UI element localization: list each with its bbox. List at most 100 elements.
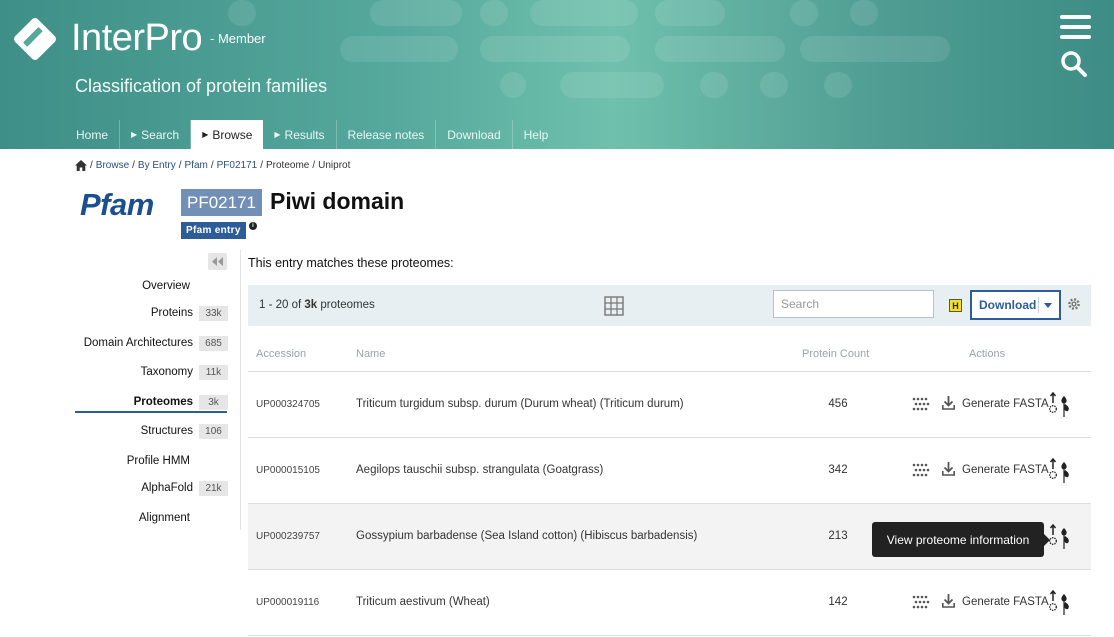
sidebar-item-count: 3k xyxy=(199,394,228,410)
hamburger-menu-icon[interactable] xyxy=(1060,15,1091,39)
column-header-protein-count[interactable]: Protein Count xyxy=(802,348,869,360)
sidebar-item-alignment[interactable]: Alignment xyxy=(75,508,228,528)
nav-release-notes-label: Release notes xyxy=(347,127,425,142)
search-icon[interactable] xyxy=(1060,50,1088,78)
sidebar-item-count: 21k xyxy=(199,480,228,496)
proteome-info-icon[interactable] xyxy=(1048,524,1074,550)
nav-help-label: Help xyxy=(523,127,549,142)
nav-release-notes[interactable]: Release notes xyxy=(337,120,437,149)
sidebar-item-structures[interactable]: Structures 106 xyxy=(75,421,228,441)
download-button[interactable]: Download xyxy=(970,290,1061,320)
table-header: Accession Name Protein Count Actions xyxy=(248,339,1091,372)
table-row: UP000019116 Triticum aestivum (Wheat) 14… xyxy=(248,570,1091,636)
row-name[interactable]: Triticum turgidum subsp. durum (Durum wh… xyxy=(356,398,684,410)
row-accession[interactable]: UP000015105 xyxy=(256,465,320,476)
entry-accession: PF02171 xyxy=(181,189,262,216)
interpro-logo-icon[interactable] xyxy=(10,14,60,64)
sidebar-item-overview[interactable]: Overview xyxy=(75,276,228,296)
row-name[interactable]: Aegilops tauschii subsp. strangulata (Go… xyxy=(356,464,603,476)
nav-search[interactable]: ▶ Search xyxy=(120,120,192,149)
info-icon[interactable]: i xyxy=(249,222,257,230)
caret-right-icon: ▶ xyxy=(202,130,209,139)
download-icon[interactable] xyxy=(942,396,955,410)
nav-help[interactable]: Help xyxy=(513,120,560,149)
sidebar-item-label: Profile HMM xyxy=(126,455,190,467)
nav-results-label: Results xyxy=(284,127,325,142)
sidebar-item-taxonomy[interactable]: Taxonomy 11k xyxy=(75,362,228,382)
page-title: Piwi domain xyxy=(270,188,405,214)
sidebar-item-label: Taxonomy xyxy=(140,366,193,378)
alignment-dots-icon[interactable] xyxy=(912,594,930,610)
proteome-info-icon[interactable] xyxy=(1048,458,1074,484)
sidebar-item-domain-architectures[interactable]: Domain Architectures 685 xyxy=(75,333,228,353)
sidebar-item-label: Domain Architectures xyxy=(83,337,193,349)
table-search-input[interactable]: Search xyxy=(773,290,934,318)
sidebar-item-profile-hmm[interactable]: Profile HMM xyxy=(75,451,228,471)
results-total: 3k xyxy=(304,299,318,311)
row-name[interactable]: Gossypium barbadense (Sea Island cotton)… xyxy=(356,530,697,542)
site-logo-subtitle: - Member xyxy=(210,31,266,46)
sidebar-item-alphafold[interactable]: AlphaFold 21k xyxy=(75,478,228,498)
site-header: InterPro - Member Classification of prot… xyxy=(0,0,1114,149)
breadcrumb-separator: / xyxy=(260,160,263,171)
breadcrumb-separator: / xyxy=(90,160,93,171)
highlight-icon[interactable]: H xyxy=(949,299,962,312)
sidebar-item-count: 685 xyxy=(199,335,228,351)
breadcrumb-uniprot: Uniprot xyxy=(318,160,351,171)
row-name[interactable]: Triticum aestivum (Wheat) xyxy=(356,596,490,608)
grid-view-icon[interactable] xyxy=(604,296,624,316)
row-protein-count[interactable]: 456 xyxy=(813,398,863,410)
alignment-dots-icon[interactable] xyxy=(912,462,930,478)
proteome-info-icon[interactable] xyxy=(1048,590,1074,616)
download-button-label: Download xyxy=(979,298,1037,312)
table-row: UP000324705 Triticum turgidum subsp. dur… xyxy=(248,372,1091,438)
generate-fasta-link[interactable]: Generate FASTA xyxy=(962,398,1049,410)
row-protein-count[interactable]: 342 xyxy=(813,464,863,476)
breadcrumb-by-entry[interactable]: By Entry xyxy=(138,160,176,171)
nav-results[interactable]: ▶ Results xyxy=(263,120,337,149)
intro-text: This entry matches these proteomes: xyxy=(248,256,454,270)
breadcrumb-accession[interactable]: PF02171 xyxy=(217,160,258,171)
column-header-name[interactable]: Name xyxy=(356,348,385,360)
row-accession[interactable]: UP000239757 xyxy=(256,531,320,542)
entry-sidebar: Overview Proteins 33k Domain Architectur… xyxy=(75,250,241,530)
sidebar-item-label: Alignment xyxy=(138,512,190,524)
nav-browse[interactable]: ▶ Browse xyxy=(191,120,264,149)
caret-right-icon: ▶ xyxy=(131,130,138,139)
row-protein-count[interactable]: 213 xyxy=(813,530,863,542)
sidebar-item-label: Proteomes xyxy=(133,396,193,408)
alignment-dots-icon[interactable] xyxy=(912,396,930,412)
entry-type-badge: Pfam entry xyxy=(181,222,246,239)
nav-home-label: Home xyxy=(76,127,109,142)
row-protein-count[interactable]: 142 xyxy=(813,596,863,608)
nav-home[interactable]: Home xyxy=(65,120,121,149)
proteome-info-icon[interactable] xyxy=(1048,392,1074,418)
download-icon[interactable] xyxy=(942,462,955,476)
home-icon[interactable] xyxy=(75,160,87,171)
sidebar-item-label: Structures xyxy=(140,425,193,437)
row-accession[interactable]: UP000324705 xyxy=(256,399,320,410)
double-chevron-left-icon xyxy=(211,257,223,266)
results-count: 1 - 20 of 3k proteomes xyxy=(259,299,375,311)
breadcrumb-separator: / xyxy=(312,160,316,171)
nav-browse-label: Browse xyxy=(212,127,253,142)
sidebar-item-proteomes[interactable]: Proteomes 3k xyxy=(75,392,228,412)
row-accession[interactable]: UP000019116 xyxy=(256,597,319,608)
sidebar-item-count: 33k xyxy=(199,305,228,321)
breadcrumb-pfam[interactable]: Pfam xyxy=(185,160,208,171)
breadcrumb: / Browse / By Entry / Pfam / PF02171 / P… xyxy=(75,160,350,171)
download-icon[interactable] xyxy=(942,594,955,608)
site-logo-text[interactable]: InterPro xyxy=(71,17,203,60)
sidebar-item-count: 106 xyxy=(199,423,228,439)
generate-fasta-link[interactable]: Generate FASTA xyxy=(962,464,1049,476)
column-header-accession[interactable]: Accession xyxy=(256,348,306,360)
nav-download[interactable]: Download xyxy=(436,120,513,149)
generate-fasta-link[interactable]: Generate FASTA xyxy=(962,596,1049,608)
sidebar-item-proteins[interactable]: Proteins 33k xyxy=(75,303,228,323)
breadcrumb-browse[interactable]: Browse xyxy=(96,160,129,171)
gear-icon[interactable] xyxy=(1067,297,1081,311)
table-toolbar: 1 - 20 of 3k proteomes Search H Download xyxy=(248,285,1091,326)
collapse-sidebar-button[interactable] xyxy=(208,253,227,270)
pfam-logo: Pfam xyxy=(80,187,154,222)
caret-right-icon: ▶ xyxy=(274,130,281,139)
